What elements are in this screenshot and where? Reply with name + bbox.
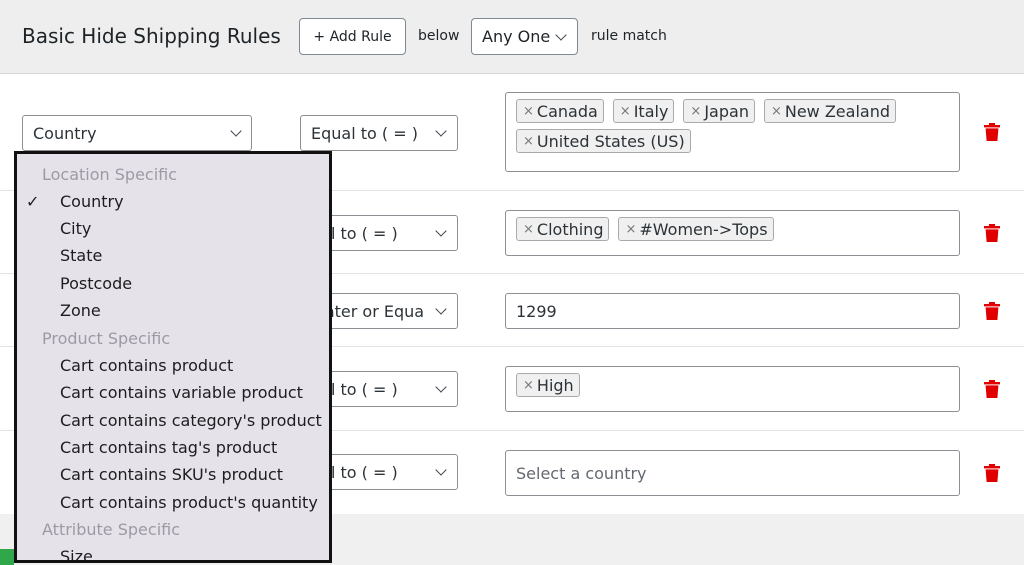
trash-icon[interactable] [984,302,1000,320]
option-postcode[interactable]: Postcode [60,274,132,293]
tag: × #Women->Tops [618,217,774,241]
option-cart-contains-sku-product[interactable]: Cart contains SKU's product [60,465,283,484]
option-cart-contains-tag-product[interactable]: Cart contains tag's product [60,438,277,457]
operator-select[interactable]: Equal to ( = ) [300,115,458,151]
match-type-select[interactable]: Any One [471,18,578,55]
country-select-placeholder: Select a country [516,463,647,483]
chevron-down-icon [435,303,447,315]
rule-match-label: rule match [591,28,667,44]
option-city[interactable]: City [60,219,91,238]
operator-value: Equal to ( = ) [311,123,418,143]
chevron-down-icon [435,225,447,237]
trash-icon[interactable] [984,380,1000,398]
tag: × Clothing [516,217,610,241]
tag: × Japan [683,99,755,123]
option-state[interactable]: State [60,246,102,265]
chevron-down-icon [435,125,447,137]
chevron-down-icon [435,381,447,393]
tag: × High [516,373,580,397]
add-rule-button[interactable]: + Add Rule [299,18,406,55]
match-type-value: Any One [482,27,551,46]
tag: × United States (US) [516,129,691,153]
chevron-down-icon [555,29,567,41]
remove-tag-icon[interactable]: × [620,104,631,119]
checkmark-icon: ✓ [26,192,40,211]
tag: × New Zealand [763,99,896,123]
condition-value: Country [33,123,97,143]
remove-tag-icon[interactable]: × [690,104,701,119]
priority-multiselect[interactable]: × High [505,366,960,412]
category-multiselect[interactable]: × Clothing × #Women->Tops [505,210,960,256]
chevron-down-icon [230,125,242,137]
group-location-specific: Location Specific [42,165,178,184]
remove-tag-icon[interactable]: × [523,104,534,119]
footer-button-edge[interactable] [0,549,14,565]
condition-dropdown-menu: Location Specific ✓ Country City State P… [14,151,332,563]
option-zone[interactable]: Zone [60,301,101,320]
remove-tag-icon[interactable]: × [523,134,534,149]
option-cart-contains-product-quantity[interactable]: Cart contains product's quantity [60,493,318,512]
remove-tag-icon[interactable]: × [625,222,636,237]
option-cart-contains-product[interactable]: Cart contains product [60,356,233,375]
page-title: Basic Hide Shipping Rules [22,24,281,48]
country-select[interactable]: Select a country [505,450,960,496]
tag: × Italy [612,99,675,123]
option-country[interactable]: Country [60,192,124,211]
trash-icon[interactable] [984,464,1000,482]
rules-header: Basic Hide Shipping Rules + Add Rule bel… [0,0,1024,74]
option-cart-contains-variable-product[interactable]: Cart contains variable product [60,383,303,402]
remove-tag-icon[interactable]: × [523,378,534,393]
condition-select[interactable]: Country [22,115,252,151]
group-product-specific: Product Specific [42,329,171,348]
amount-value: 1299 [516,301,557,321]
remove-tag-icon[interactable]: × [771,104,782,119]
trash-icon[interactable] [984,123,1000,141]
option-size[interactable]: Size [60,547,93,560]
group-attribute-specific: Attribute Specific [42,520,181,539]
tag: × Canada [516,99,604,123]
country-multiselect[interactable]: × Canada × Italy × Japan × New Zealand × Unit… [505,92,960,172]
chevron-down-icon [435,464,447,476]
option-cart-contains-category-product[interactable]: Cart contains category's product [60,411,322,430]
remove-tag-icon[interactable]: × [523,222,534,237]
below-label: below [418,28,460,44]
amount-input[interactable]: 1299 [505,293,960,329]
trash-icon[interactable] [984,224,1000,242]
